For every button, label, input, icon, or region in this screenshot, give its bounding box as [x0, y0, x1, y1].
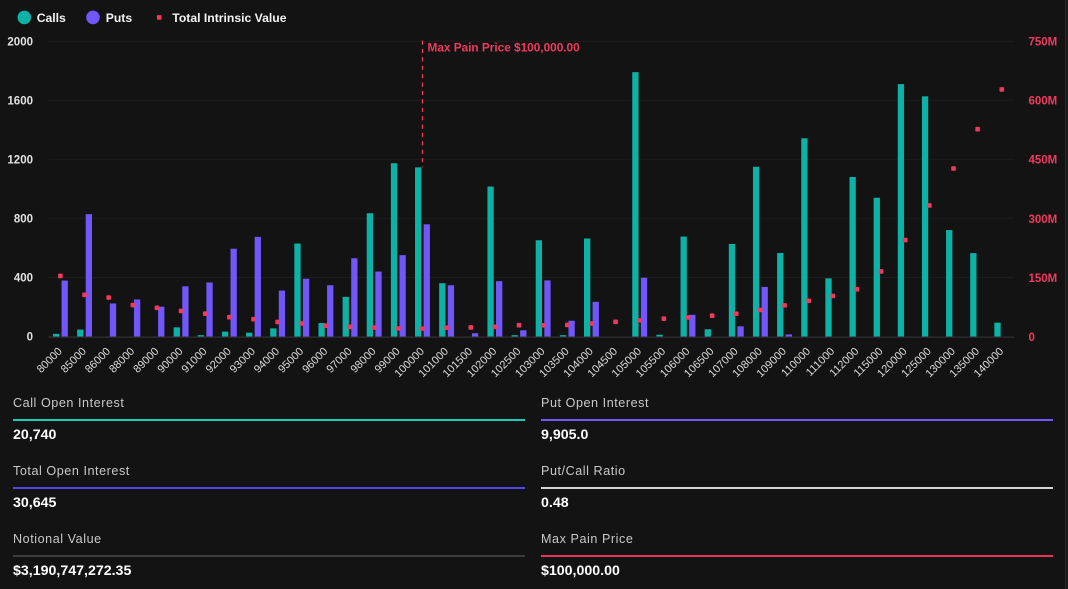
svg-text:150M: 150M [1029, 273, 1058, 285]
svg-text:Calls: Calls [37, 11, 66, 25]
svg-text:Max Pain Price $100,000.00: Max Pain Price $100,000.00 [428, 41, 581, 55]
svg-text:1200: 1200 [7, 155, 33, 167]
svg-text:800: 800 [14, 214, 33, 226]
svg-text:0: 0 [27, 332, 33, 344]
svg-text:90000: 90000 [155, 346, 185, 376]
svg-text:88000: 88000 [107, 346, 137, 376]
svg-text:Total Intrinsic Value: Total Intrinsic Value [172, 11, 286, 25]
svg-text:2000: 2000 [7, 36, 33, 48]
svg-text:92000: 92000 [204, 346, 234, 376]
svg-text:80000: 80000 [35, 346, 65, 376]
svg-text:85000: 85000 [59, 346, 89, 376]
svg-text:96000: 96000 [300, 346, 330, 376]
svg-text:98000: 98000 [349, 346, 379, 376]
svg-text:400: 400 [14, 273, 33, 285]
svg-text:89000: 89000 [131, 346, 161, 376]
svg-text:94000: 94000 [252, 346, 282, 376]
svg-text:450M: 450M [1029, 155, 1058, 167]
svg-text:0: 0 [1029, 332, 1035, 344]
svg-text:1600: 1600 [7, 95, 33, 107]
svg-text:91000: 91000 [180, 346, 210, 376]
svg-text:300M: 300M [1029, 214, 1058, 226]
svg-text:86000: 86000 [83, 346, 113, 376]
svg-text:95000: 95000 [276, 346, 306, 376]
svg-text:600M: 600M [1029, 96, 1058, 108]
svg-text:93000: 93000 [228, 346, 258, 376]
svg-text:97000: 97000 [324, 346, 354, 376]
svg-text:750M: 750M [1029, 37, 1058, 49]
svg-text:Puts: Puts [106, 11, 133, 25]
